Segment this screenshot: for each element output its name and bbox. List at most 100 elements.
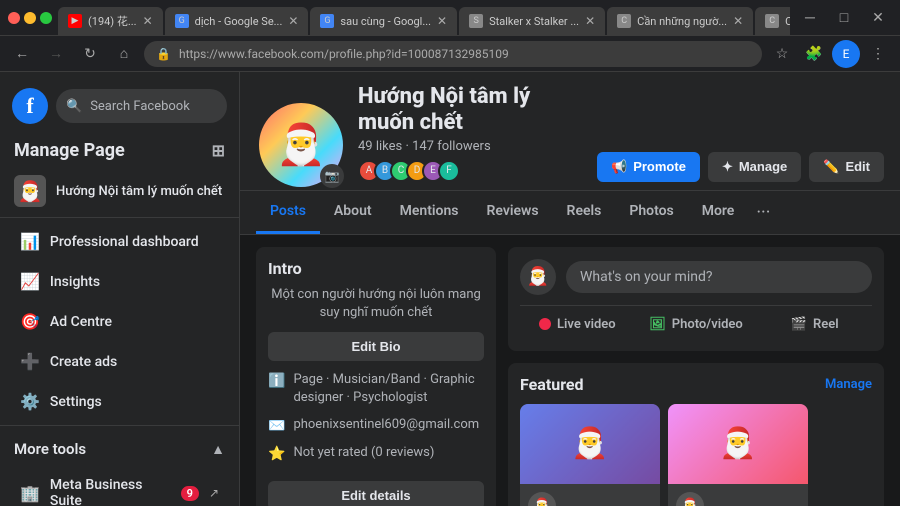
ad-centre-icon: 🎯 <box>20 312 40 331</box>
tab-mentions[interactable]: Mentions <box>386 191 473 234</box>
sidebar-item-meta-suite[interactable]: 🏢 Meta Business Suite 9 ↗ <box>6 469 233 506</box>
reload-btn[interactable]: ↻ <box>76 40 104 68</box>
search-placeholder-text: Search Facebook <box>90 99 190 114</box>
chevron-up-icon: ▲ <box>211 441 225 458</box>
sidebar: f 🔍 Search Facebook Manage Page ⊞ 🎅 Hướn… <box>0 72 240 506</box>
manage-button[interactable]: ✦ Manage <box>708 152 801 182</box>
profile-actions: 📢 Promote ✦ Manage ✏️ Edit <box>597 152 884 190</box>
profile-header: 🎅 📷 Hướng Nội tâm lý muốn chết 49 likes … <box>240 72 900 235</box>
manage-btn-label: Manage <box>739 159 787 174</box>
manage-page-title: Manage Page <box>14 140 125 161</box>
meta-suite-label: Meta Business Suite <box>50 477 171 506</box>
extensions-btn[interactable]: 🧩 <box>800 40 828 68</box>
tab-google2[interactable]: G sau cùng - Googl... ✕ <box>310 7 457 35</box>
tab-favicon: S <box>469 14 483 28</box>
search-icon: 🔍 <box>66 99 82 114</box>
intro-email-text: phoenixsentinel609@gmail.com <box>293 416 479 434</box>
tab-title: Cắp lại mật khẩ... <box>785 15 790 28</box>
facebook-container: f 🔍 Search Facebook Manage Page ⊞ 🎅 Hướn… <box>0 72 900 506</box>
sidebar-item-professional-dashboard[interactable]: 📊 Professional dashboard <box>6 222 233 261</box>
tab-stalker[interactable]: S Stalker x Stalker ... ✕ <box>459 7 605 35</box>
tab-youtube[interactable]: ▶ (194) 花... ✕ <box>58 7 163 35</box>
live-video-label: Live video <box>557 317 616 332</box>
menu-btn[interactable]: ⋮ <box>864 40 892 68</box>
follower-avatar: F <box>438 160 460 182</box>
intro-card: Intro Một con người hướng nội luôn mang … <box>256 247 496 506</box>
minimize-btn[interactable]: ─ <box>796 4 824 32</box>
right-column: 🎅 What's on your mind? Live video 🖼 Phot… <box>508 247 884 506</box>
live-video-btn[interactable]: Live video <box>520 310 635 339</box>
tab-can[interactable]: C Cần những ngườ... ✕ <box>607 7 753 35</box>
back-btn[interactable]: ← <box>8 40 36 68</box>
maximize-btn[interactable]: □ <box>830 4 858 32</box>
tab-posts[interactable]: Posts <box>256 191 320 234</box>
page-avatar: 🎅 <box>14 175 46 207</box>
photo-video-label: Photo/video <box>672 317 743 332</box>
main-content: 🎅 📷 Hướng Nội tâm lý muốn chết 49 likes … <box>240 72 900 506</box>
tab-about[interactable]: About <box>320 191 386 234</box>
nav-more-options-btn[interactable]: ··· <box>748 194 778 231</box>
tab-cap[interactable]: C Cắp lại mật khẩ... ✕ <box>755 7 790 35</box>
manage-page-header: Manage Page ⊞ <box>0 132 239 169</box>
sidebar-item-ad-centre[interactable]: 🎯 Ad Centre <box>6 302 233 341</box>
reel-label: Reel <box>813 317 839 332</box>
forward-btn[interactable]: → <box>42 40 70 68</box>
tab-close-btn[interactable]: ✕ <box>143 14 153 28</box>
tab-close-btn[interactable]: ✕ <box>585 14 595 28</box>
more-tools-label: More tools <box>14 440 86 458</box>
address-text: https://www.facebook.com/profile.php?id=… <box>179 47 509 61</box>
photo-video-btn[interactable]: 🖼 Photo/video <box>639 310 754 339</box>
intro-title: Intro <box>268 259 484 278</box>
search-box[interactable]: 🔍 Search Facebook <box>56 89 227 123</box>
followers-avatars: A B C D E F <box>358 160 585 182</box>
edit-details-button[interactable]: Edit details <box>268 481 484 506</box>
sidebar-item-create-ads[interactable]: ➕ Create ads <box>6 342 233 381</box>
sidebar-item-settings[interactable]: ⚙️ Settings <box>6 382 233 421</box>
tab-close-btn[interactable]: ✕ <box>288 14 298 28</box>
tab-favicon: G <box>175 14 189 28</box>
featured-card[interactable]: 🎅 🎅 Hướng Nội tâm lý muốn chết 11 Decemb… <box>520 404 660 506</box>
more-tools-header[interactable]: More tools ▲ <box>0 430 239 468</box>
photo-icon: 🖼 <box>649 317 666 332</box>
featured-manage-btn[interactable]: Manage <box>825 377 872 392</box>
tab-close-btn[interactable]: ✕ <box>437 14 447 28</box>
edit-bio-button[interactable]: Edit Bio <box>268 332 484 361</box>
tab-photos[interactable]: Photos <box>615 191 687 234</box>
sidebar-item-insights[interactable]: 📈 Insights <box>6 262 233 301</box>
change-photo-btn[interactable]: 📷 <box>320 164 344 188</box>
promote-btn-label: Promote <box>633 159 686 174</box>
tab-reels[interactable]: Reels <box>553 191 616 234</box>
email-icon: ✉️ <box>268 417 285 437</box>
profile-pic-container: 🎅 📷 <box>256 100 346 190</box>
post-actions: Live video 🖼 Photo/video 🎬 Reel <box>520 310 872 339</box>
featured-header: Featured Manage <box>520 375 872 394</box>
home-btn[interactable]: ⌂ <box>110 40 138 68</box>
post-box-top: 🎅 What's on your mind? <box>520 259 872 295</box>
sidebar-item-label: Create ads <box>50 354 117 370</box>
dashboard-icon: 📊 <box>20 232 40 251</box>
intro-rating-text: Not yet rated (0 reviews) <box>293 444 434 462</box>
address-bar[interactable]: 🔒 https://www.facebook.com/profile.php?i… <box>144 41 762 67</box>
tab-close-btn[interactable]: ✕ <box>733 14 743 28</box>
star-btn[interactable]: ☆ <box>768 40 796 68</box>
tab-favicon: C <box>617 14 631 28</box>
tab-more[interactable]: More <box>688 191 749 234</box>
profile-info-area: 🎅 📷 Hướng Nội tâm lý muốn chết 49 likes … <box>240 72 900 190</box>
tab-google1[interactable]: G dịch - Google Se... ✕ <box>165 7 309 35</box>
external-link-icon: ↗ <box>209 486 219 500</box>
tab-reviews[interactable]: Reviews <box>472 191 552 234</box>
post-input[interactable]: What's on your mind? <box>566 261 872 293</box>
reel-icon: 🎬 <box>791 317 807 332</box>
close-btn[interactable]: ✕ <box>864 4 892 32</box>
account-btn[interactable]: E <box>832 40 860 68</box>
fb-logo[interactable]: f <box>12 88 48 124</box>
featured-card[interactable]: 🎅 🎅 Hướng Nội tâm... 7 December 202... Y… <box>668 404 808 506</box>
edit-button[interactable]: ✏️ Edit <box>809 152 884 182</box>
post-box-avatar: 🎅 <box>520 259 556 295</box>
page-item[interactable]: 🎅 Hướng Nội tâm lý muốn chết <box>0 169 239 213</box>
tab-favicon: G <box>320 14 334 28</box>
promote-button[interactable]: 📢 Promote <box>597 152 700 182</box>
sidebar-item-label: Insights <box>50 274 100 290</box>
featured-card-image: 🎅 <box>668 404 808 484</box>
reel-btn[interactable]: 🎬 Reel <box>757 310 872 339</box>
